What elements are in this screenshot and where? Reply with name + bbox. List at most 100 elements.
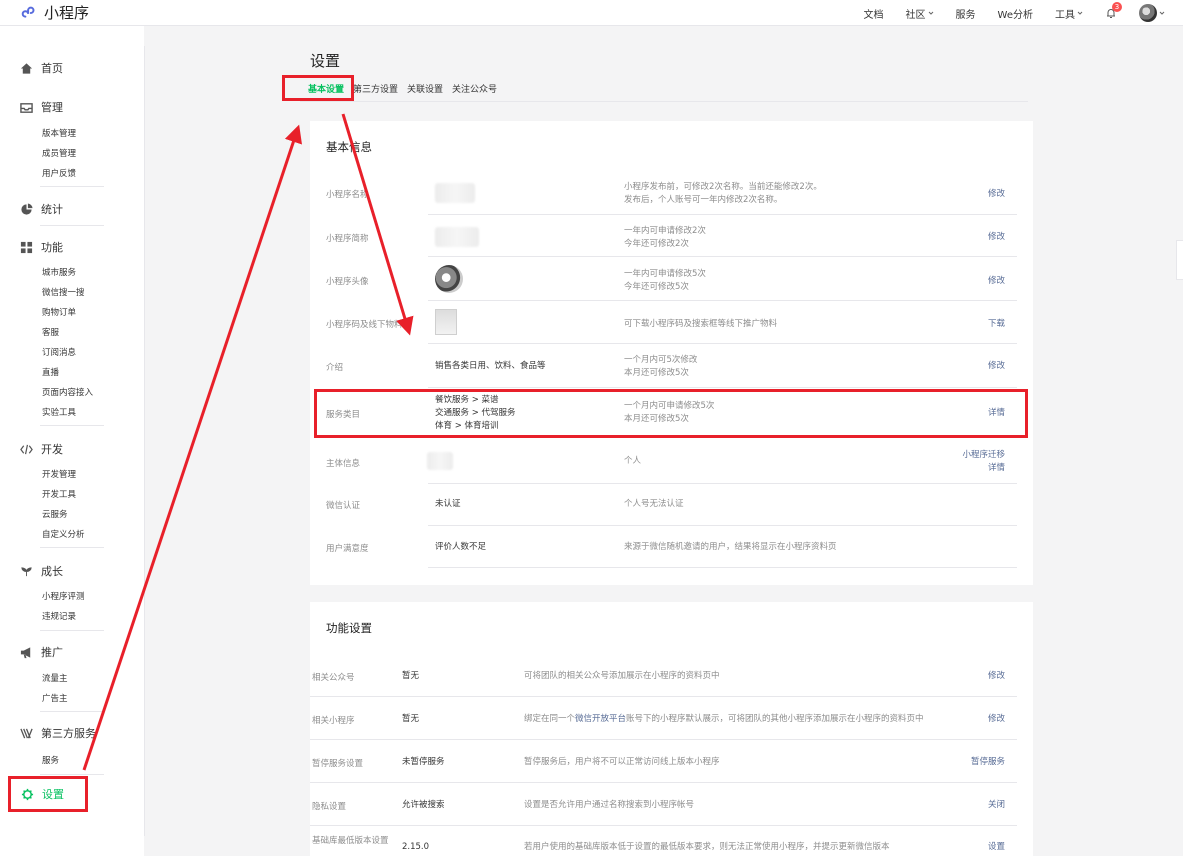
set-link[interactable]: 设置 xyxy=(988,841,1005,854)
row-description: 若用户使用的基础库版本低于设置的最低版本要求，则无法正常使用小程序，并提示更新微… xyxy=(524,842,890,852)
sidebar-item-growth[interactable]: 成长 xyxy=(20,563,63,579)
row-description: 来源于微信随机邀请的用户，结果将显示在小程序资料页 xyxy=(624,542,837,552)
sidebar-subitem[interactable]: 版本管理 xyxy=(42,127,76,139)
edit-link[interactable]: 修改 xyxy=(988,670,1005,683)
sidebar-subitem[interactable]: 城市服务 xyxy=(42,266,76,278)
sidebar-subitem[interactable]: 购物订单 xyxy=(42,306,76,318)
sidebar-item-settings[interactable]: 设置 xyxy=(8,776,88,812)
row-divider xyxy=(428,567,1017,568)
nav-service[interactable]: 服务 xyxy=(956,6,976,21)
row-description: 可将团队的相关公众号添加展示在小程序的资料页中 xyxy=(524,671,720,681)
sidebar-subitem[interactable]: 订阅消息 xyxy=(42,346,76,358)
sidebar-item-label: 成长 xyxy=(41,565,63,578)
sidebar-subitem[interactable]: 服务 xyxy=(42,754,59,766)
entity-actions: 小程序迁移详情 xyxy=(962,449,1005,475)
row-label: 基础库最低版本设置 xyxy=(312,836,389,846)
row-label: 隐私设置 xyxy=(312,802,347,812)
nav-analysis[interactable]: We分析 xyxy=(998,6,1033,21)
avatar xyxy=(1139,4,1157,22)
sidebar-subitem[interactable]: 页面内容接入 xyxy=(42,386,93,398)
divider xyxy=(40,630,104,631)
annotation-highlight-box xyxy=(282,75,354,101)
verify-value: 未认证 xyxy=(435,499,461,509)
nav-community[interactable]: 社区 xyxy=(906,6,934,21)
migrate-link[interactable]: 小程序迁移 xyxy=(962,450,1005,460)
divider xyxy=(40,547,104,548)
edit-link[interactable]: 修改 xyxy=(988,275,1005,288)
desc-text: 绑定在同一个 xyxy=(524,714,576,724)
sidebar-item-label: 管理 xyxy=(41,101,63,114)
open-platform-link[interactable]: 微信开放平台 xyxy=(575,714,626,724)
sidebar-subitem[interactable]: 小程序评测 xyxy=(42,590,85,602)
sidebar-item-features[interactable]: 功能 xyxy=(20,239,63,255)
edit-link[interactable]: 修改 xyxy=(988,188,1005,201)
third-party-icon xyxy=(20,728,33,738)
sidebar-subitem[interactable]: 开发工具 xyxy=(42,488,76,500)
pie-chart-icon xyxy=(21,202,33,215)
row-description: 一个月内可5次修改 本月还可修改5次 xyxy=(624,354,697,380)
download-link[interactable]: 下载 xyxy=(988,318,1005,331)
sidebar-subitem[interactable]: 用户反馈 xyxy=(42,167,76,179)
nav-tools-label: 工具 xyxy=(1055,9,1075,21)
row-label: 小程序简称 xyxy=(326,234,369,244)
satisfaction-value: 评价人数不足 xyxy=(435,542,487,552)
close-link[interactable]: 关闭 xyxy=(988,799,1005,812)
chevron-down-icon xyxy=(1077,11,1083,15)
row-description: 个人号无法认证 xyxy=(624,499,684,509)
side-float-tab[interactable] xyxy=(1176,240,1183,280)
sidebar: 首页 管理 版本管理 成员管理 用户反馈 统计 功能 城市服务 微信搜一搜 购物… xyxy=(0,26,144,856)
card-title: 功能设置 xyxy=(326,621,372,635)
sidebar-item-promo[interactable]: 推广 xyxy=(20,644,63,660)
tab-underline xyxy=(300,101,1028,102)
info-row-satisfaction: 用户满意度 评价人数不足 来源于微信随机邀请的用户，结果将显示在小程序资料页 xyxy=(310,526,1033,568)
mini-program-qrcode xyxy=(435,309,457,340)
edit-link[interactable]: 修改 xyxy=(988,360,1005,373)
app-logo[interactable]: 小程序 xyxy=(20,2,89,23)
sidebar-subitem[interactable]: 自定义分析 xyxy=(42,528,85,540)
sidebar-subitem[interactable]: 云服务 xyxy=(42,508,68,520)
info-row-verify: 微信认证 未认证 个人号无法认证 xyxy=(310,484,1033,526)
tab-linked-settings[interactable]: 关联设置 xyxy=(407,82,443,95)
nav-docs[interactable]: 文档 xyxy=(864,6,884,21)
row-label: 小程序头像 xyxy=(326,277,369,287)
details-link[interactable]: 详情 xyxy=(988,463,1005,473)
sidebar-subitem[interactable]: 直播 xyxy=(42,366,59,378)
row-description: 可下载小程序码及搜索框等线下推广物料 xyxy=(624,319,778,329)
sidebar-subitem[interactable]: 客服 xyxy=(42,326,59,338)
row-label: 微信认证 xyxy=(326,501,361,511)
sidebar-item-third-party[interactable]: 第三方服务 xyxy=(20,725,96,741)
sidebar-subitem[interactable]: 流量主 xyxy=(42,672,68,684)
tab-third-party-settings[interactable]: 第三方设置 xyxy=(353,82,398,95)
edit-link[interactable]: 修改 xyxy=(988,713,1005,726)
sidebar-subitem[interactable]: 开发管理 xyxy=(42,468,76,480)
grid-icon xyxy=(20,241,33,253)
miniprogram-logo-icon xyxy=(21,6,35,18)
avatar xyxy=(435,265,463,293)
nav-tools[interactable]: 工具 xyxy=(1055,6,1083,21)
sidebar-subitem[interactable]: 实验工具 xyxy=(42,406,76,418)
row-description: 一年内可申请修改5次 今年还可修改5次 xyxy=(624,268,706,294)
sidebar-item-stats[interactable]: 统计 xyxy=(20,201,63,217)
sidebar-item-label: 功能 xyxy=(41,241,63,254)
row-description: 小程序发布前，可修改2次名称。当前还能修改2次。 发布后，个人账号可一年内修改2次… xyxy=(624,181,822,207)
sidebar-item-manage[interactable]: 管理 xyxy=(20,99,63,115)
entity-value xyxy=(427,452,453,475)
sidebar-subitem[interactable]: 成员管理 xyxy=(42,147,76,159)
mini-program-avatar xyxy=(435,265,463,298)
row-description: 设置是否允许用户通过名称搜索到小程序帐号 xyxy=(524,800,695,810)
desc-line: 一个月内可5次修改 xyxy=(624,355,698,365)
divider xyxy=(40,711,104,712)
sidebar-subitem[interactable]: 微信搜一搜 xyxy=(42,286,85,298)
edit-link[interactable]: 修改 xyxy=(988,231,1005,244)
top-nav: 文档 社区 服务 We分析 工具 3 xyxy=(864,0,1165,26)
sidebar-subitem[interactable]: 广告主 xyxy=(42,692,68,704)
sidebar-subitem[interactable]: 违规记录 xyxy=(42,610,76,622)
user-menu[interactable] xyxy=(1139,4,1165,22)
pause-service-link[interactable]: 暂停服务 xyxy=(971,756,1005,769)
tab-follow-official-account[interactable]: 关注公众号 xyxy=(452,82,497,95)
sidebar-item-dev[interactable]: 开发 xyxy=(20,441,63,457)
sidebar-item-home[interactable]: 首页 xyxy=(20,60,63,76)
sidebar-item-label: 推广 xyxy=(41,646,63,659)
qrcode-thumbnail xyxy=(435,309,457,335)
notification-bell[interactable]: 3 xyxy=(1105,2,1122,19)
